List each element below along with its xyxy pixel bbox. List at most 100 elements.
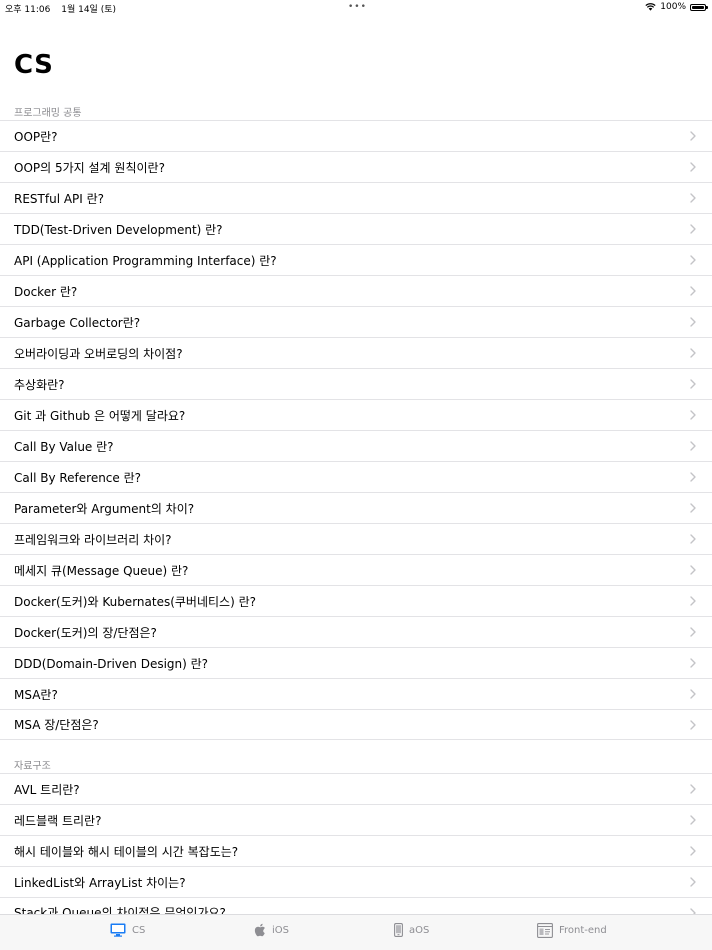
list-item[interactable]: MSA란? bbox=[0, 678, 712, 709]
list-item[interactable]: LinkedList와 ArrayList 차이는? bbox=[0, 866, 712, 897]
list-item[interactable]: Docker(도커)와 Kubernates(쿠버네티스) 란? bbox=[0, 585, 712, 616]
list-item-label: LinkedList와 ArrayList 차이는? bbox=[14, 875, 186, 890]
chevron-right-icon bbox=[690, 908, 696, 914]
chevron-right-icon bbox=[690, 877, 696, 887]
list-item-label: API (Application Programming Interface) … bbox=[14, 253, 277, 268]
list-item[interactable]: DDD(Domain-Driven Design) 란? bbox=[0, 647, 712, 678]
list-item-label: OOP란? bbox=[14, 129, 58, 144]
chevron-right-icon bbox=[690, 784, 696, 794]
chevron-right-icon bbox=[690, 846, 696, 856]
list-item-label: 추상화란? bbox=[14, 377, 65, 392]
list-item[interactable]: OOP란? bbox=[0, 120, 712, 151]
wifi-icon bbox=[645, 3, 656, 11]
list-item[interactable]: Call By Reference 란? bbox=[0, 461, 712, 492]
list-item-label: Call By Value 란? bbox=[14, 439, 114, 454]
list-item[interactable]: 레드블랙 트리란? bbox=[0, 804, 712, 835]
chevron-right-icon bbox=[690, 472, 696, 482]
chevron-right-icon bbox=[690, 224, 696, 234]
section-header: 프로그래밍 공통 bbox=[14, 108, 82, 119]
content-scroll[interactable]: CS 프로그래밍 공통 OOP란? OOP의 5가지 설계 원칙이란? RESTful… bbox=[0, 16, 712, 914]
list-item[interactable]: AVL 트리란? bbox=[0, 773, 712, 804]
list-item[interactable]: API (Application Programming Interface) … bbox=[0, 244, 712, 275]
list-item[interactable]: Docker(도커)의 장/단점은? bbox=[0, 616, 712, 647]
section-list: OOP란? OOP의 5가지 설계 원칙이란? RESTful API 란? TDD(… bbox=[0, 120, 712, 740]
list-item-label: OOP의 5가지 설계 원칙이란? bbox=[14, 160, 165, 175]
tab-front-end[interactable]: Front-end bbox=[537, 923, 607, 938]
phone-icon bbox=[394, 923, 403, 937]
list-item[interactable]: Docker 란? bbox=[0, 275, 712, 306]
status-time: 오후 11:06 bbox=[5, 5, 51, 15]
list-item[interactable]: 프레임워크와 라이브러리 차이? bbox=[0, 523, 712, 554]
tab-label: Front-end bbox=[559, 925, 607, 936]
list-item-label: TDD(Test-Driven Development) 란? bbox=[14, 222, 223, 237]
list-item[interactable]: Garbage Collector란? bbox=[0, 306, 712, 337]
list-item-label: 프레임워크와 라이브러리 차이? bbox=[14, 532, 172, 547]
chevron-right-icon bbox=[690, 317, 696, 327]
list-item-label: Docker(도커)와 Kubernates(쿠버네티스) 란? bbox=[14, 594, 257, 609]
list-item-label: Stack과 Queue의 차이점은 무엇인가요? bbox=[14, 906, 226, 914]
tab-ios[interactable]: iOS bbox=[254, 923, 289, 937]
status-left: 오후 11:06 1월 14일 (토) bbox=[5, 2, 116, 15]
chevron-right-icon bbox=[690, 689, 696, 699]
list-item-label: Garbage Collector란? bbox=[14, 315, 141, 330]
list-item[interactable]: 해시 테이블와 해시 테이블의 시간 복잡도는? bbox=[0, 835, 712, 866]
list-item-label: RESTful API 란? bbox=[14, 191, 105, 206]
chevron-right-icon bbox=[690, 503, 696, 513]
list-item-label: Call By Reference 란? bbox=[14, 470, 142, 485]
list-item[interactable]: 메세지 큐(Message Queue) 란? bbox=[0, 554, 712, 585]
chevron-right-icon bbox=[690, 596, 696, 606]
status-date: 1월 14일 (토) bbox=[61, 5, 116, 15]
chevron-right-icon bbox=[690, 131, 696, 141]
chevron-right-icon bbox=[690, 193, 696, 203]
chevron-right-icon bbox=[690, 658, 696, 668]
chevron-right-icon bbox=[690, 534, 696, 544]
list-item-label: Docker(도커)의 장/단점은? bbox=[14, 625, 157, 640]
chevron-right-icon bbox=[690, 565, 696, 575]
list-item-label: MSA 장/단점은? bbox=[14, 718, 99, 732]
battery-icon bbox=[690, 3, 708, 11]
list-item[interactable]: RESTful API 란? bbox=[0, 182, 712, 213]
chevron-right-icon bbox=[690, 379, 696, 389]
list-item-label: 해시 테이블와 해시 테이블의 시간 복잡도는? bbox=[14, 844, 239, 859]
chevron-right-icon bbox=[690, 348, 696, 358]
list-item[interactable]: TDD(Test-Driven Development) 란? bbox=[0, 213, 712, 244]
chevron-right-icon bbox=[690, 815, 696, 825]
desktop-icon bbox=[110, 923, 126, 937]
list-item[interactable]: Parameter와 Argument의 차이? bbox=[0, 492, 712, 523]
tab-label: iOS bbox=[272, 924, 289, 936]
chevron-right-icon bbox=[690, 410, 696, 420]
tab-label: aOS bbox=[409, 924, 430, 936]
list-item[interactable]: OOP의 5가지 설계 원칙이란? bbox=[0, 151, 712, 182]
list-item[interactable]: MSA 장/단점은? bbox=[0, 709, 712, 740]
browser-window-icon bbox=[537, 923, 553, 938]
list-item-label: Docker 란? bbox=[14, 284, 78, 299]
list-item-label: 레드블랙 트리란? bbox=[14, 813, 102, 828]
chevron-right-icon bbox=[690, 162, 696, 172]
multitasking-dots-icon[interactable]: ••• bbox=[348, 2, 367, 12]
tab-aos[interactable]: aOS bbox=[394, 923, 429, 937]
page-title: CS bbox=[14, 50, 54, 80]
list-item[interactable]: Call By Value 란? bbox=[0, 430, 712, 461]
apple-icon bbox=[254, 923, 265, 937]
list-item-label: 오버라이딩과 오버로딩의 차이점? bbox=[14, 346, 183, 361]
battery-percent: 100% bbox=[660, 2, 686, 12]
list-item-label: Git 과 Github 은 어떻게 달라요? bbox=[14, 408, 186, 423]
list-item-label: MSA란? bbox=[14, 687, 58, 702]
section-list: AVL 트리란? 레드블랙 트리란? 해시 테이블와 해시 테이블의 시간 복잡도는… bbox=[0, 773, 712, 914]
chevron-right-icon bbox=[690, 441, 696, 451]
status-bar: 오후 11:06 1월 14일 (토) ••• 100% bbox=[0, 0, 712, 16]
status-right: 100% bbox=[645, 2, 708, 12]
list-item[interactable]: Stack과 Queue의 차이점은 무엇인가요? bbox=[0, 897, 712, 914]
list-item-label: 메세지 큐(Message Queue) 란? bbox=[14, 563, 189, 578]
section-header: 자료구조 bbox=[14, 761, 51, 772]
tab-cs[interactable]: CS bbox=[110, 923, 145, 937]
list-item[interactable]: 오버라이딩과 오버로딩의 차이점? bbox=[0, 337, 712, 368]
list-item[interactable]: 추상화란? bbox=[0, 368, 712, 399]
chevron-right-icon bbox=[690, 286, 696, 296]
list-item-label: Parameter와 Argument의 차이? bbox=[14, 501, 195, 516]
tab-bar: CS iOS aOS Front-end bbox=[0, 914, 712, 950]
list-item-label: AVL 트리란? bbox=[14, 782, 80, 797]
chevron-right-icon bbox=[690, 255, 696, 265]
list-item-label: DDD(Domain-Driven Design) 란? bbox=[14, 656, 209, 671]
list-item[interactable]: Git 과 Github 은 어떻게 달라요? bbox=[0, 399, 712, 430]
